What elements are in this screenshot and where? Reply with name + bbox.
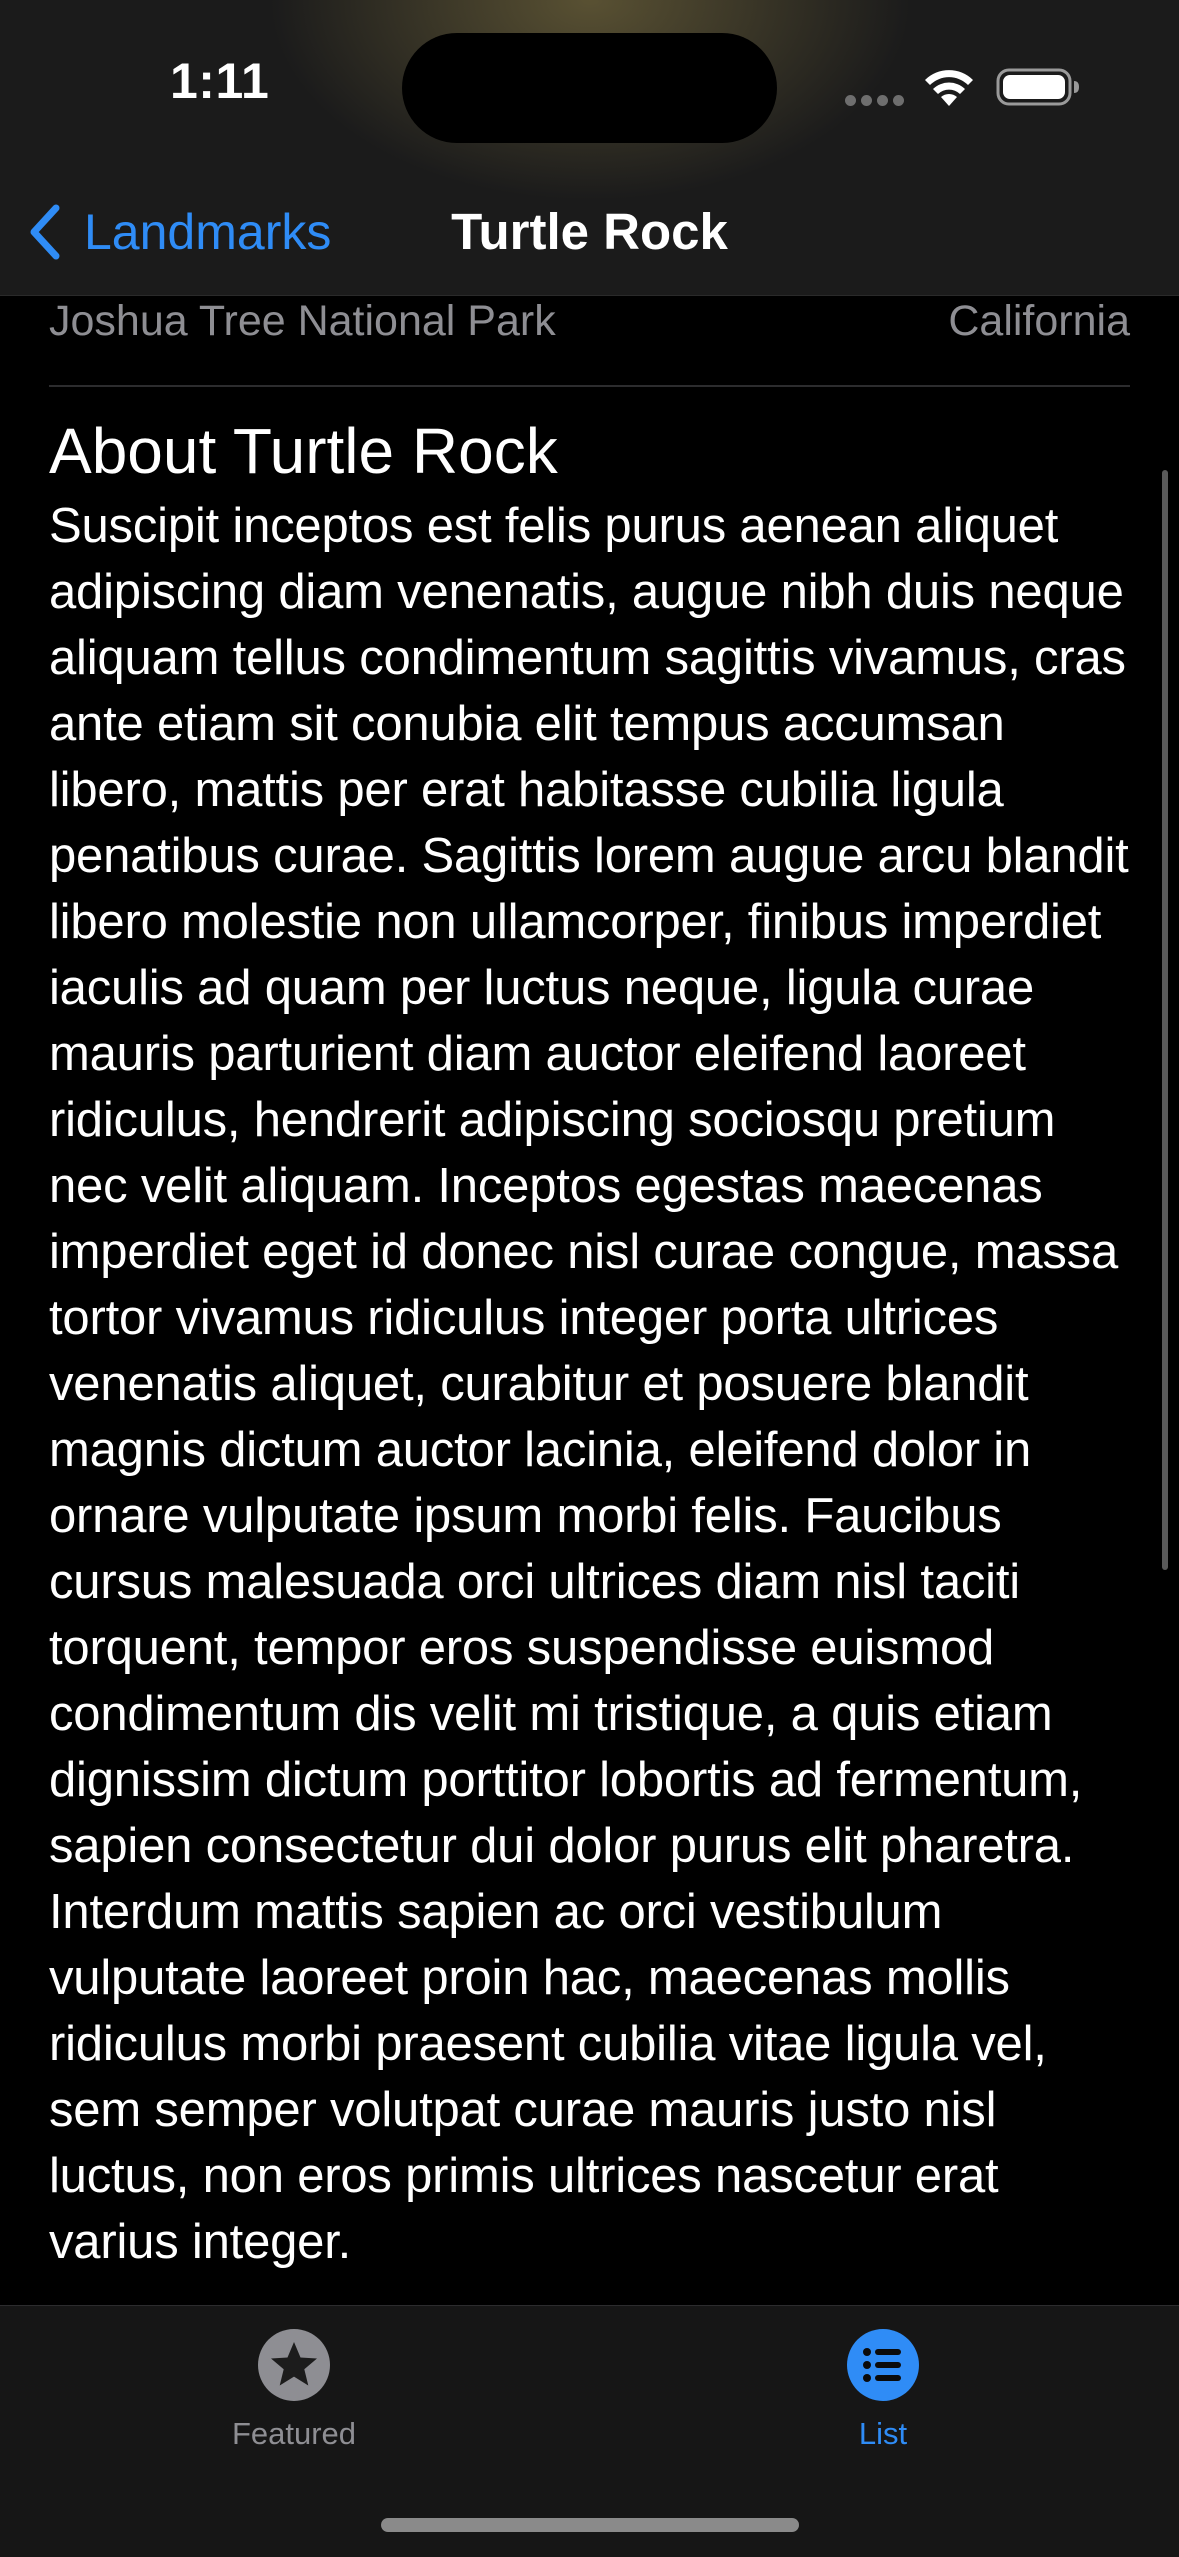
about-heading: About Turtle Rock (49, 415, 558, 487)
tab-featured-label: Featured (231, 2416, 357, 2451)
star-circle-icon (258, 2329, 330, 2401)
status-bar: 1:11 (0, 0, 1179, 175)
state-name: California (948, 297, 1130, 345)
park-name: Joshua Tree National Park (49, 297, 556, 345)
home-indicator[interactable] (381, 2518, 799, 2532)
tab-list-label: List (858, 2416, 908, 2451)
cellular-signal-icon (845, 95, 905, 107)
status-time: 1:11 (170, 53, 270, 109)
navigation-bar: Landmarks Turtle Rock (0, 175, 1179, 295)
top-bar: 1:11 Landmarks Turtle Rock (0, 0, 1179, 296)
scroll-indicator[interactable] (1162, 470, 1168, 1570)
tab-list[interactable]: List (733, 2328, 1033, 2468)
list-circle-icon (847, 2329, 919, 2401)
landmark-detail-scroll[interactable]: Joshua Tree National Park California Abo… (0, 295, 1179, 2305)
dynamic-island (402, 33, 777, 143)
description-text: Suscipit inceptos est felis purus aenean… (49, 499, 1129, 2269)
page-title: Turtle Rock (451, 203, 728, 260)
battery-icon (996, 68, 1079, 106)
wifi-icon (925, 70, 973, 106)
tab-featured[interactable]: Featured (144, 2328, 444, 2468)
park-info-row: Joshua Tree National Park California (49, 295, 1130, 387)
